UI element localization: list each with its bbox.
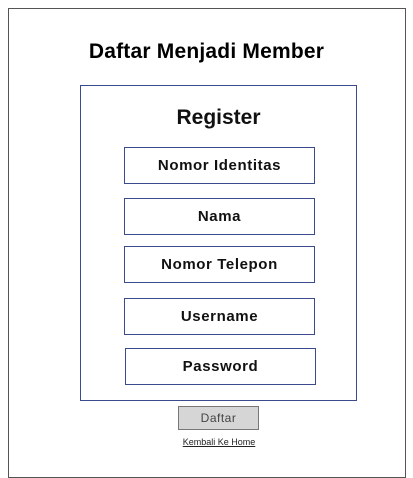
password-field[interactable]: Password <box>125 348 316 385</box>
nomor-identitas-field[interactable]: Nomor Identitas <box>124 147 315 184</box>
username-field[interactable]: Username <box>124 298 315 335</box>
nomor-telepon-field[interactable]: Nomor Telepon <box>124 246 315 283</box>
daftar-button[interactable]: Daftar <box>178 406 259 430</box>
register-title: Register <box>176 106 261 129</box>
page-title: Daftar Menjadi Member <box>88 40 325 63</box>
kembali-ke-home-link[interactable]: Kembali Ke Home <box>0 437 413 447</box>
register-form-panel: Register Nomor Identitas Nama Nomor Tele… <box>80 85 357 401</box>
nama-field[interactable]: Nama <box>124 198 315 235</box>
